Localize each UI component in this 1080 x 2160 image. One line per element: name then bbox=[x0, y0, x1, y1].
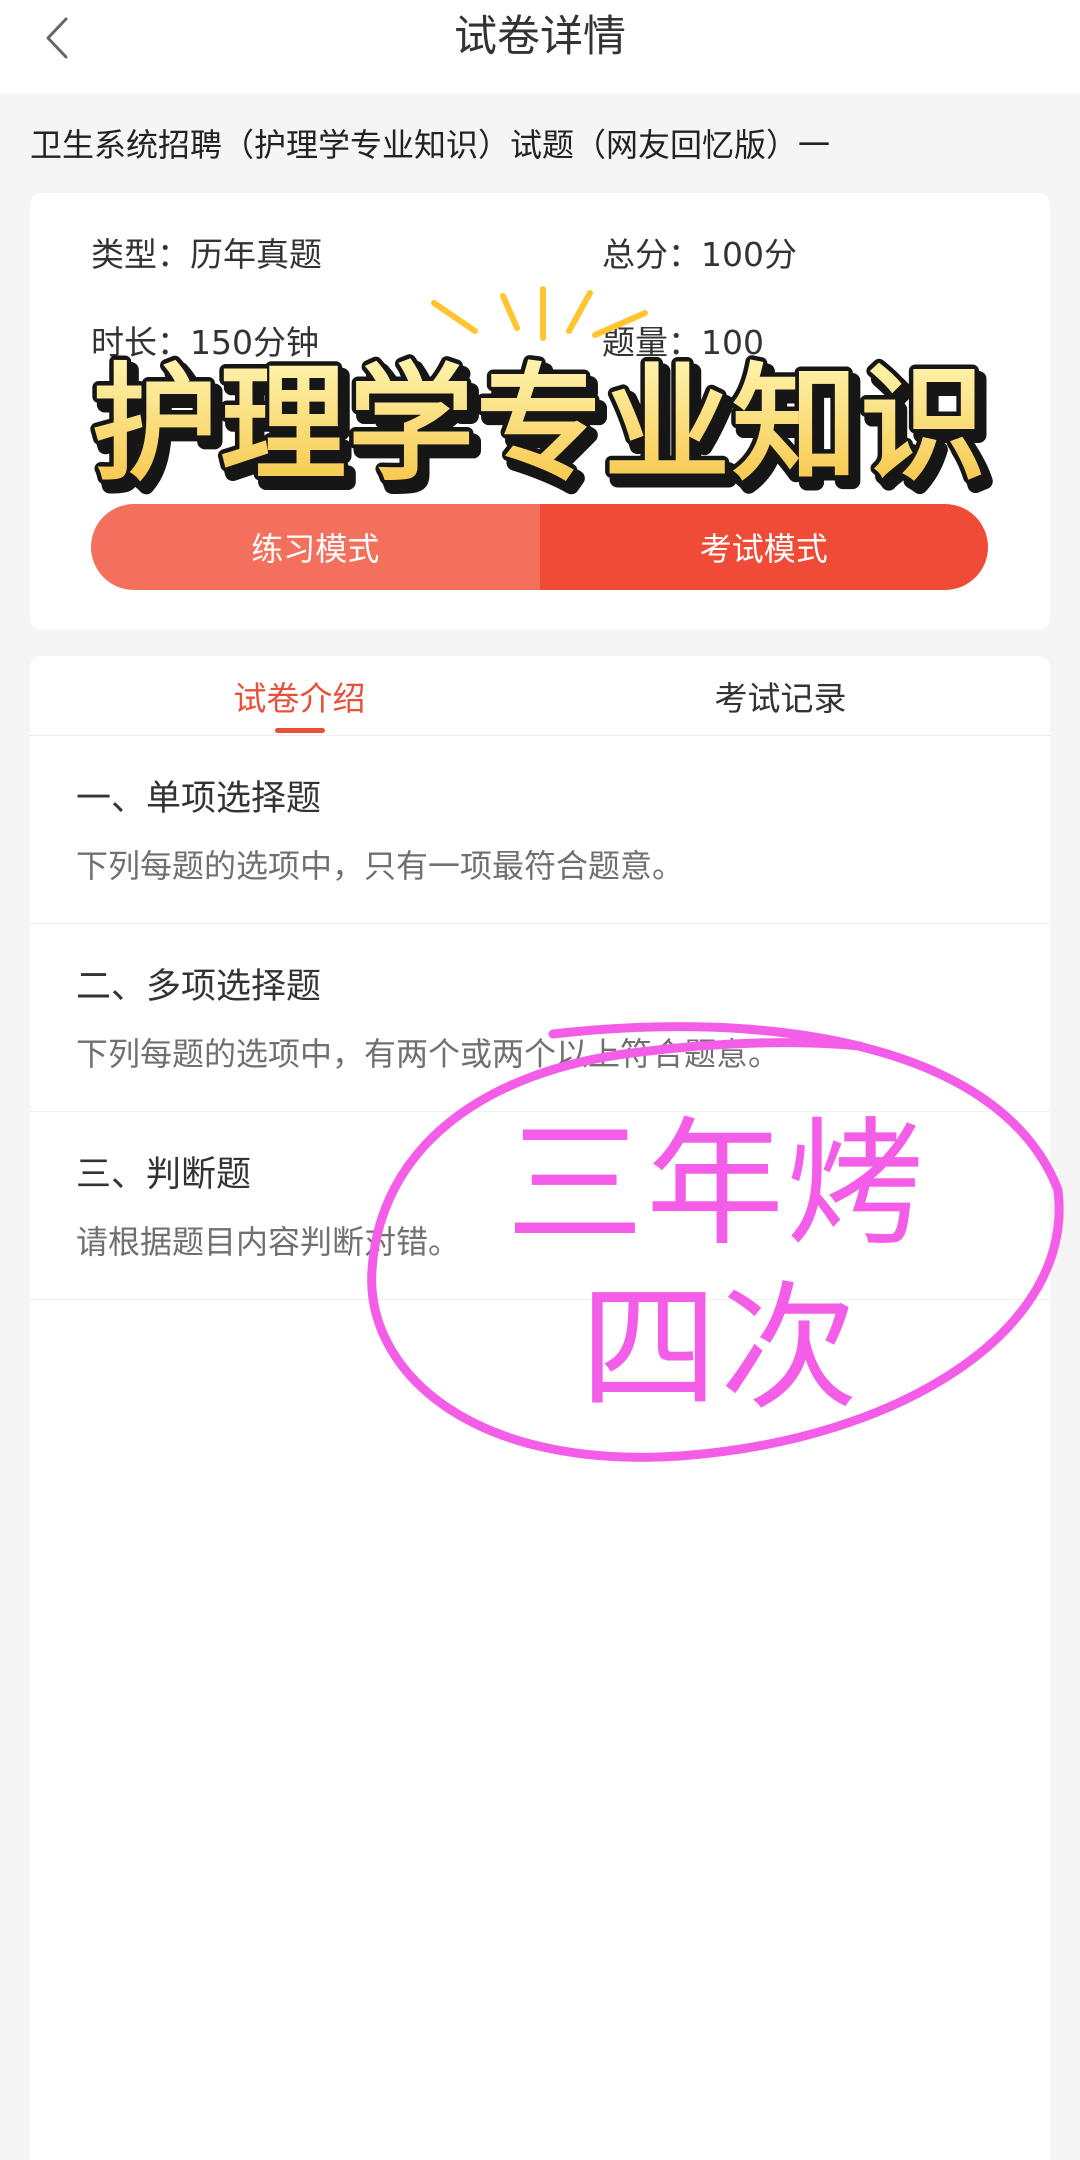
banner-overlay-text: 护理学专业知识 bbox=[92, 351, 988, 498]
sparkle-line bbox=[500, 293, 520, 331]
info-total-score-value: 100分 bbox=[701, 235, 797, 274]
tab-label: 考试记录 bbox=[714, 678, 847, 718]
section-description: 下列每题的选项中，只有一项最符合题意。 bbox=[76, 847, 685, 885]
info-type-value: 历年真题 bbox=[190, 235, 322, 274]
annotation-text-line-1: 三年烤 bbox=[506, 1104, 927, 1265]
annotation-text-line-2: 四次 bbox=[580, 1268, 861, 1429]
sparkle-line bbox=[592, 310, 648, 338]
page-title: 试卷详情 bbox=[454, 12, 626, 62]
info-total-score: 总分：100分 bbox=[602, 233, 797, 277]
paper-title: 卫生系统招聘（护理学专业知识）试题（网友回忆版）一 bbox=[30, 126, 831, 164]
info-total-score-label: 总分： bbox=[602, 235, 701, 274]
question-section: 一、单项选择题 下列每题的选项中，只有一项最符合题意。 bbox=[30, 736, 1050, 924]
info-type: 类型：历年真题 bbox=[91, 233, 322, 277]
tab-exam-records[interactable]: 考试记录 bbox=[540, 656, 1021, 735]
info-type-label: 类型： bbox=[91, 235, 190, 274]
section-title: 一、单项选择题 bbox=[76, 779, 322, 819]
tab-bar: 试卷介绍 考试记录 bbox=[30, 656, 1050, 736]
active-tab-indicator bbox=[274, 728, 325, 733]
tab-paper-intro[interactable]: 试卷介绍 bbox=[59, 656, 540, 735]
banner-overlay: 护理学专业知识 护理学专业知识 bbox=[88, 347, 999, 513]
sparkle-line bbox=[566, 290, 593, 334]
tab-label: 试卷介绍 bbox=[233, 678, 366, 718]
sparkle-line bbox=[431, 300, 478, 334]
top-bar: 试卷详情 bbox=[0, 0, 1080, 94]
